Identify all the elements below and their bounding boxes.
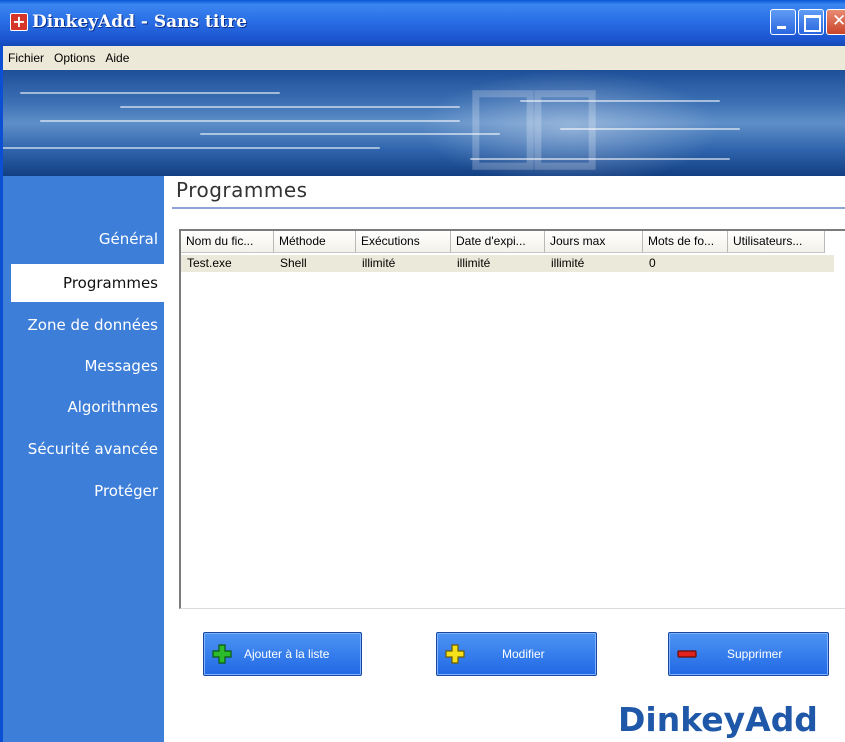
page-title: Programmes: [176, 178, 308, 202]
banner-streak: [40, 120, 460, 122]
table-row[interactable]: Test.exe Shell illimité illimité illimit…: [181, 255, 834, 272]
cell-methode: Shell: [280, 256, 307, 270]
red-minus-icon: [677, 650, 697, 658]
banner-streak: [200, 133, 500, 135]
banner-streak: [560, 128, 740, 130]
modify-label: Modifier: [502, 647, 545, 661]
cell-nom-du-fichier: Test.exe: [187, 256, 232, 270]
column-header-jours-max[interactable]: Jours max: [545, 231, 643, 253]
banner-streak: [120, 106, 460, 108]
list-header: Nom du fic... Méthode Exécutions Date d'…: [181, 231, 825, 253]
column-header-utilisateurs[interactable]: Utilisateurs...: [728, 231, 825, 253]
column-header-executions[interactable]: Exécutions: [356, 231, 451, 253]
programs-list[interactable]: Nom du fic... Méthode Exécutions Date d'…: [179, 229, 845, 609]
brand-logo-text: DinkeyAdd: [618, 700, 818, 739]
banner-streak: [470, 158, 730, 160]
sidebar-item-messages[interactable]: Messages: [3, 347, 164, 385]
minimize-button[interactable]: [770, 9, 796, 35]
menu-bar: Fichier Options Aide: [0, 46, 845, 70]
cell-executions: illimité: [362, 256, 396, 270]
cell-jours-max: illimité: [551, 256, 585, 270]
cell-mots-de-fonction: 0: [649, 256, 656, 270]
column-header-mots-de-fonction[interactable]: Mots de fo...: [643, 231, 728, 253]
title-bar[interactable]: + DinkeyAdd - Sans titre: [0, 0, 845, 46]
add-to-list-label: Ajouter à la liste: [244, 647, 330, 661]
title-divider: [172, 207, 845, 209]
sidebar-item-securite-avancee[interactable]: Sécurité avancée: [3, 430, 164, 468]
banner-streak: [0, 147, 380, 149]
close-button[interactable]: [826, 9, 845, 35]
maximize-button[interactable]: [798, 9, 824, 35]
sidebar-item-algorithmes[interactable]: Algorithmes: [3, 388, 164, 426]
sidebar-item-programmes[interactable]: Programmes: [11, 264, 164, 302]
column-header-methode[interactable]: Méthode: [274, 231, 356, 253]
window-title: DinkeyAdd - Sans titre: [32, 12, 247, 32]
green-plus-icon: [212, 644, 232, 664]
sidebar-item-general[interactable]: Général: [3, 220, 164, 258]
add-to-list-button[interactable]: Ajouter à la liste: [203, 632, 362, 676]
menu-aide[interactable]: Aide: [105, 51, 129, 65]
banner-streak: [520, 100, 720, 102]
menu-options[interactable]: Options: [54, 51, 95, 65]
cell-date-expiration: illimité: [457, 256, 491, 270]
sidebar: Général Programmes Zone de données Messa…: [3, 176, 164, 742]
column-header-date-expiration[interactable]: Date d'expi...: [451, 231, 545, 253]
modify-button[interactable]: Modifier: [436, 632, 597, 676]
delete-button[interactable]: Supprimer: [668, 632, 829, 676]
column-header-nom-du-fichier[interactable]: Nom du fic...: [181, 231, 274, 253]
menu-fichier[interactable]: Fichier: [8, 51, 44, 65]
cell-utilisateurs: [728, 255, 825, 272]
delete-label: Supprimer: [727, 647, 783, 661]
yellow-plus-icon: [445, 644, 465, 664]
banner-streak: [20, 92, 280, 94]
app-icon[interactable]: +: [10, 13, 28, 31]
sidebar-item-proteger[interactable]: Protéger: [3, 472, 164, 510]
header-banner: ⎕⎕: [0, 70, 845, 176]
sidebar-item-zone-de-donnees[interactable]: Zone de données: [3, 306, 164, 344]
